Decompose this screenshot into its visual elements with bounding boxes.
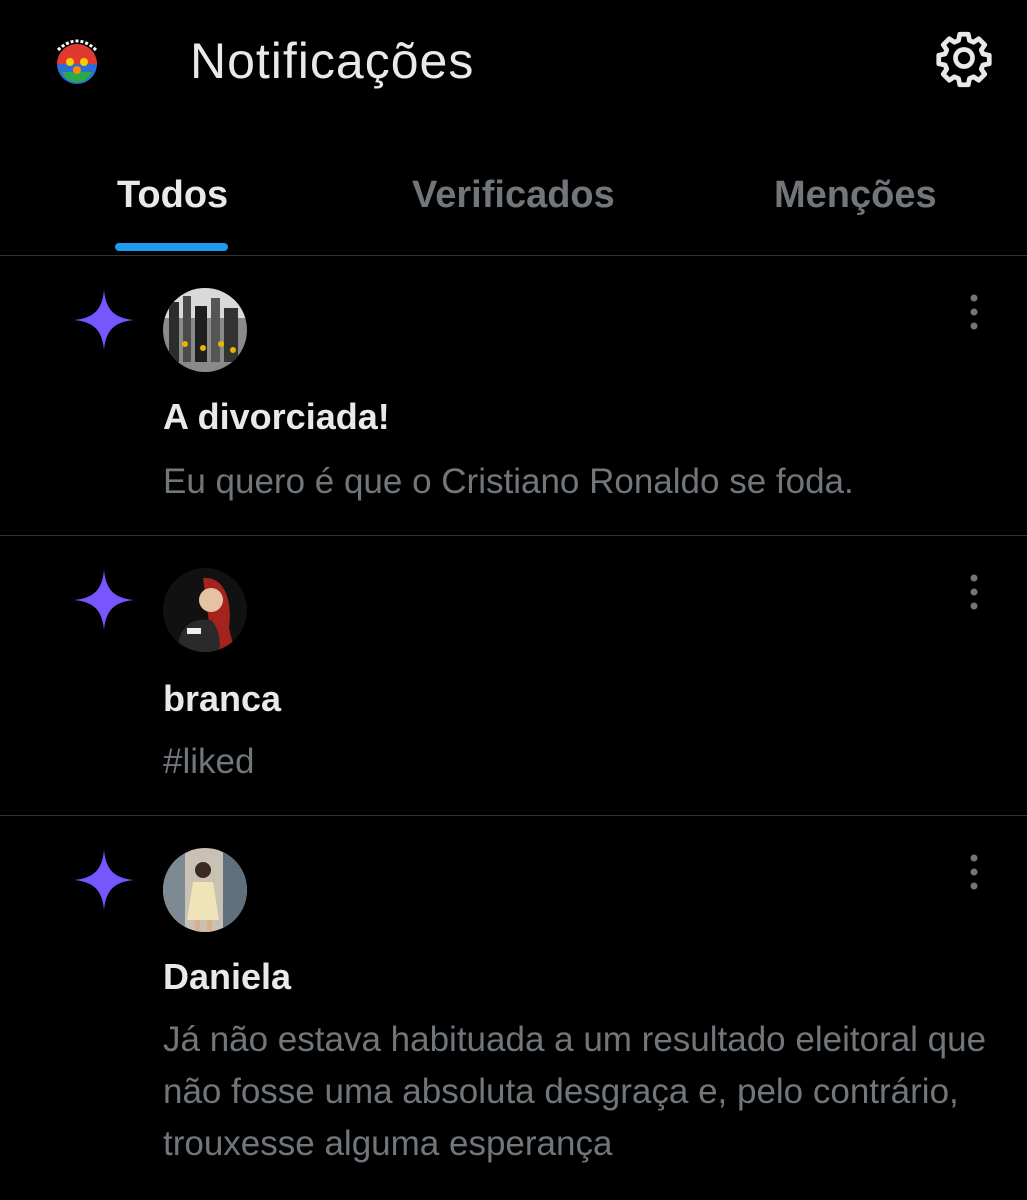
notification-author: A divorciada! [163, 396, 390, 437]
tab-bar: Todos Verificados Menções [0, 130, 1027, 256]
meantro-logo-icon[interactable] [48, 30, 106, 88]
avatar[interactable] [163, 288, 247, 372]
more-options-icon[interactable] [962, 572, 986, 612]
header: Notificações [0, 0, 1027, 130]
notification-author: branca [163, 678, 282, 719]
more-options-icon[interactable] [962, 292, 986, 332]
page-title: Notificações [190, 33, 475, 89]
gear-icon[interactable] [934, 28, 994, 88]
avatar[interactable] [163, 848, 247, 932]
notification-text: Eu quero é que o Cristiano Ronaldo se fo… [163, 462, 854, 501]
notification-item[interactable]: Daniela Já não estava habituada a um res… [0, 816, 1027, 1200]
avatar[interactable] [163, 568, 247, 652]
tab-verificados[interactable]: Verificados [412, 174, 615, 217]
tab-mencoes[interactable]: Menções [774, 174, 937, 217]
sparkle-icon [72, 568, 136, 632]
notification-author: Daniela [163, 956, 292, 997]
notification-item[interactable]: A divorciada! Eu quero é que o Cristiano… [0, 256, 1027, 536]
more-options-icon[interactable] [962, 852, 986, 892]
notifications-screen: Notificações Todos Verificados Menções A… [0, 0, 1027, 1200]
sparkle-icon [72, 288, 136, 352]
notification-text: #liked [163, 742, 255, 781]
tab-todos[interactable]: Todos [117, 174, 228, 217]
active-tab-indicator [115, 243, 228, 251]
sparkle-icon [72, 848, 136, 912]
notification-item[interactable]: branca #liked [0, 536, 1027, 816]
notification-text: Já não estava habituada a um resultado e… [163, 1020, 987, 1163]
